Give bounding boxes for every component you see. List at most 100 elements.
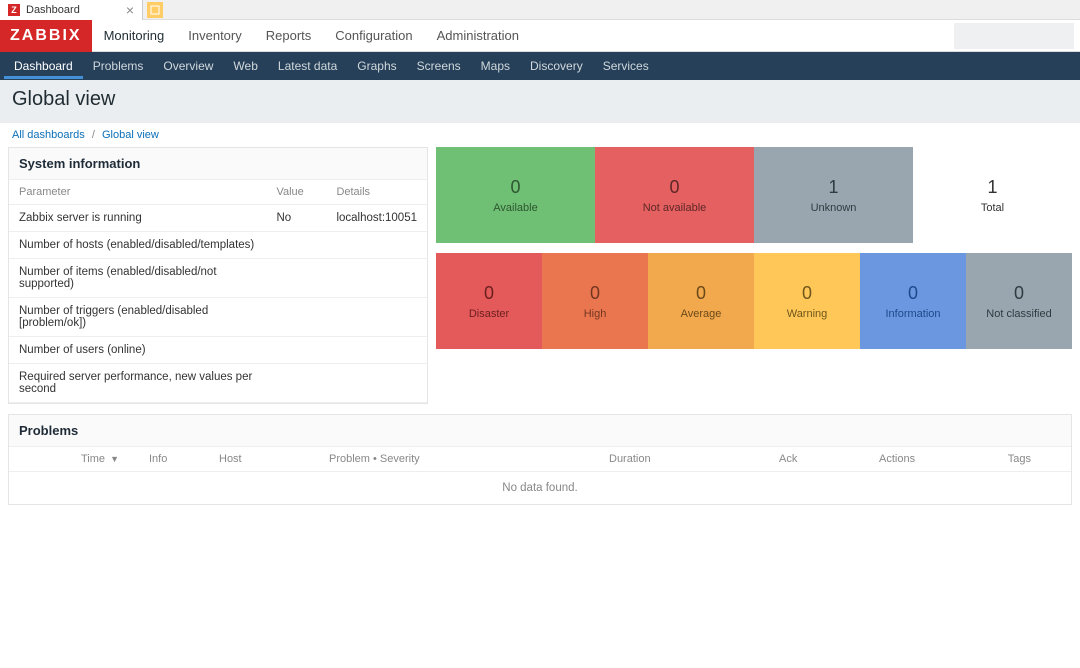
col-host[interactable]: Host	[219, 453, 329, 465]
cell-details	[326, 232, 427, 259]
cell-param: Number of triggers (enabled/disabled [pr…	[9, 298, 266, 337]
cell-details	[326, 259, 427, 298]
tile-average[interactable]: 0 Average	[648, 253, 754, 349]
cell-param: Number of hosts (enabled/disabled/templa…	[9, 232, 266, 259]
cell-details	[326, 298, 427, 337]
page-title: Global view	[12, 88, 1068, 111]
tile-not-available[interactable]: 0Not available	[595, 147, 754, 243]
page-header: Global view	[0, 80, 1080, 123]
cell-param: Number of users (online)	[9, 337, 266, 364]
top-nav-inventory[interactable]: Inventory	[176, 20, 253, 51]
cell-value	[266, 364, 326, 403]
sub-nav-screens[interactable]: Screens	[407, 53, 471, 79]
dashboard-body: System information Parameter Value Detai…	[0, 147, 1080, 404]
top-nav-monitoring[interactable]: Monitoring	[92, 20, 177, 51]
top-nav: ZABBIX MonitoringInventoryReportsConfigu…	[0, 20, 1080, 52]
sort-desc-icon: ▼	[110, 454, 119, 464]
new-tab-icon[interactable]	[147, 2, 163, 18]
zabbix-logo[interactable]: ZABBIX	[0, 20, 92, 52]
breadcrumb: All dashboards / Global view	[0, 123, 1080, 147]
tile-number: 0	[1014, 283, 1024, 304]
table-row: Required server performance, new values …	[9, 364, 427, 403]
cell-param: Number of items (enabled/disabled/not su…	[9, 259, 266, 298]
browser-tab[interactable]: Z Dashboard ×	[0, 0, 143, 20]
tile-number: 1	[987, 177, 997, 198]
sub-nav-overview[interactable]: Overview	[153, 53, 223, 79]
sub-nav: DashboardProblemsOverviewWebLatest dataG…	[0, 52, 1080, 80]
global-search-input[interactable]	[954, 23, 1074, 49]
zabbix-favicon-icon: Z	[8, 4, 20, 16]
availability-tiles: 0 Available 0Not available1Unknown 1 Total	[436, 147, 1072, 243]
table-row: Number of users (online)	[9, 337, 427, 364]
cell-param: Zabbix server is running	[9, 205, 266, 232]
col-parameter: Parameter	[9, 180, 266, 205]
tile-total[interactable]: 1 Total	[913, 147, 1072, 243]
tile-number: 0	[908, 283, 918, 304]
col-duration[interactable]: Duration	[609, 453, 779, 465]
top-nav-reports[interactable]: Reports	[254, 20, 324, 51]
problems-columns: Time ▼ Info Host Problem • Severity Dura…	[9, 447, 1071, 472]
problems-widget: Problems Time ▼ Info Host Problem • Seve…	[8, 414, 1072, 505]
cell-param: Required server performance, new values …	[9, 364, 266, 403]
sub-nav-graphs[interactable]: Graphs	[347, 53, 406, 79]
tile-information[interactable]: 0 Information	[860, 253, 966, 349]
cell-value	[266, 298, 326, 337]
browser-tab-title: Dashboard	[26, 4, 80, 16]
browser-tab-bar: Z Dashboard ×	[0, 0, 1080, 20]
tile-unknown[interactable]: 1Unknown	[754, 147, 913, 243]
right-column: 0Available0Not available1Unknown1Total 0…	[436, 147, 1072, 404]
cell-details: localhost:10051	[326, 205, 427, 232]
sub-nav-problems[interactable]: Problems	[83, 53, 154, 79]
tile-disaster[interactable]: 0 Disaster	[436, 253, 542, 349]
sub-nav-web[interactable]: Web	[223, 53, 267, 79]
widget-title: System information	[9, 148, 427, 180]
breadcrumb-current-link[interactable]: Global view	[102, 129, 159, 141]
tile-high[interactable]: 0 High	[542, 253, 648, 349]
sub-nav-latest-data[interactable]: Latest data	[268, 53, 347, 79]
cell-details	[326, 337, 427, 364]
col-tags[interactable]: Tags	[999, 453, 1061, 465]
sub-nav-dashboard[interactable]: Dashboard	[4, 53, 83, 79]
tile-label: Information	[885, 308, 940, 320]
col-ack[interactable]: Ack	[779, 453, 879, 465]
top-nav-configuration[interactable]: Configuration	[323, 20, 424, 51]
tile-not-classified[interactable]: 0Not classified	[966, 253, 1072, 349]
system-info-table: Parameter Value Details Zabbix server is…	[9, 180, 427, 403]
col-time-label: Time	[81, 453, 105, 465]
col-value: Value	[266, 180, 326, 205]
tile-warning[interactable]: 0Warning	[754, 253, 860, 349]
tile-label: Average	[681, 308, 722, 320]
table-row: Number of items (enabled/disabled/not su…	[9, 259, 427, 298]
tile-available[interactable]: 0 Available	[436, 147, 595, 243]
tile-number: 0	[590, 283, 600, 304]
cell-value	[266, 259, 326, 298]
tile-number: 0	[510, 177, 520, 198]
col-time[interactable]: Time ▼	[19, 453, 149, 465]
sub-nav-services[interactable]: Services	[593, 53, 659, 79]
tile-label: Available	[493, 202, 537, 214]
col-details: Details	[326, 180, 427, 205]
col-info[interactable]: Info	[149, 453, 219, 465]
tile-label: Not available	[643, 202, 707, 214]
table-row: Number of triggers (enabled/disabled [pr…	[9, 298, 427, 337]
system-information-widget: System information Parameter Value Detai…	[8, 147, 428, 404]
tile-number: 0	[484, 283, 494, 304]
table-row: Zabbix server is runningNolocalhost:1005…	[9, 205, 427, 232]
breadcrumb-root-link[interactable]: All dashboards	[12, 129, 85, 141]
top-nav-items: MonitoringInventoryReportsConfigurationA…	[92, 20, 531, 51]
tile-number: 0	[696, 283, 706, 304]
tile-label: Disaster	[469, 308, 509, 320]
breadcrumb-separator: /	[92, 129, 95, 141]
cell-value	[266, 337, 326, 364]
tile-label: High	[584, 308, 607, 320]
cell-details	[326, 364, 427, 403]
tile-label: Total	[981, 202, 1004, 214]
col-problem-severity[interactable]: Problem • Severity	[329, 453, 609, 465]
no-data-message: No data found.	[9, 472, 1071, 504]
top-nav-administration[interactable]: Administration	[425, 20, 531, 51]
col-actions[interactable]: Actions	[879, 453, 999, 465]
close-icon[interactable]: ×	[126, 2, 134, 18]
sub-nav-discovery[interactable]: Discovery	[520, 53, 593, 79]
sub-nav-maps[interactable]: Maps	[471, 53, 520, 79]
widget-title: Problems	[9, 415, 1071, 447]
